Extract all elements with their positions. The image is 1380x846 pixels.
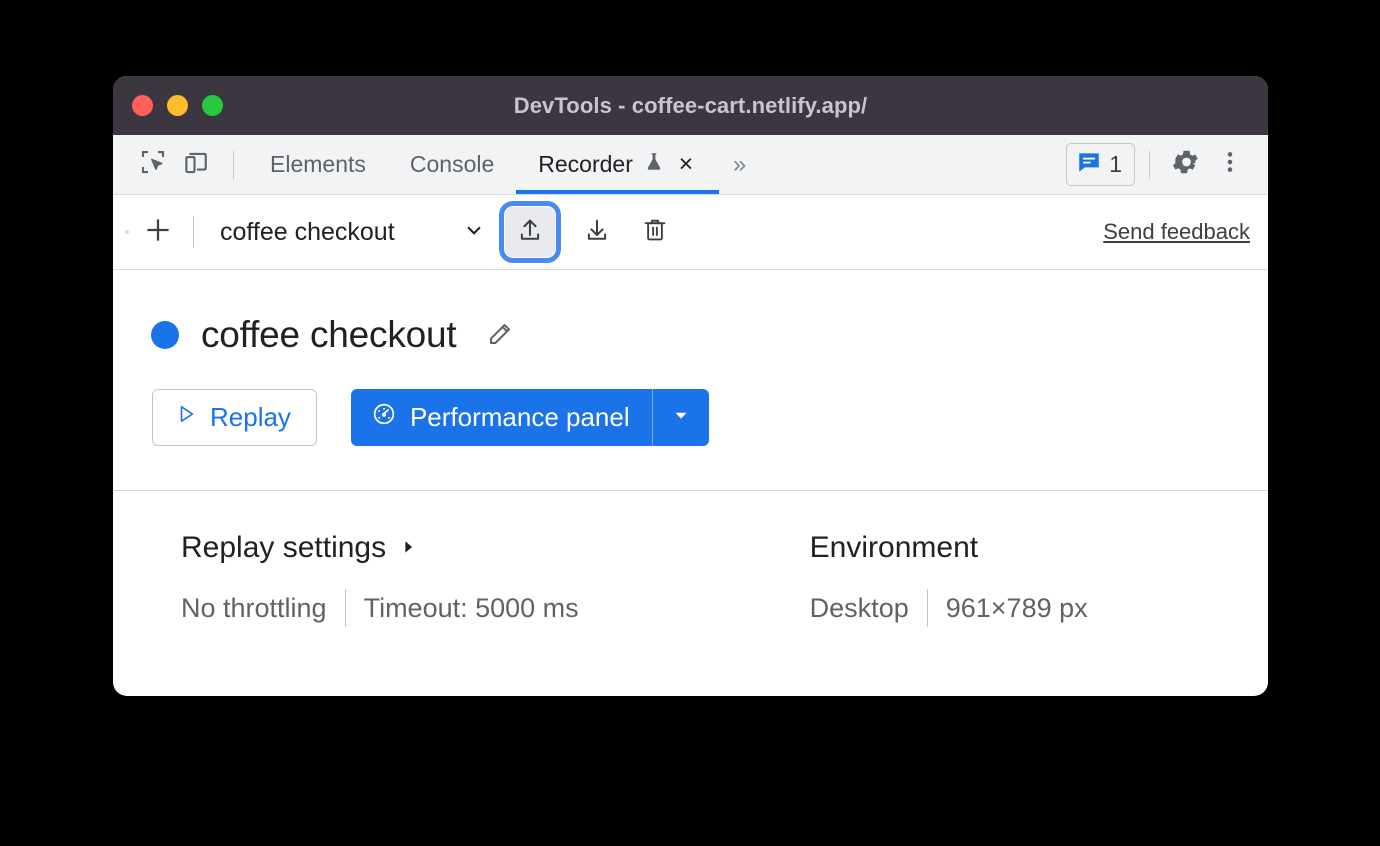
issues-message-icon xyxy=(1076,149,1102,180)
screenshot-root: DevTools - coffee-cart.netlify.app/ Elem… xyxy=(0,0,1380,846)
kebab-menu-icon xyxy=(1217,148,1243,181)
settings-section: Replay settings No throttling Timeout: 5… xyxy=(113,491,1268,627)
chevron-down-icon xyxy=(670,404,692,431)
environment-divider xyxy=(926,589,928,627)
device-toolbar-button[interactable] xyxy=(175,144,219,186)
inspect-element-button[interactable] xyxy=(131,144,175,186)
recording-select-button[interactable] xyxy=(457,215,491,249)
chevron-right-icon xyxy=(399,531,417,565)
environment-heading: Environment xyxy=(810,531,1088,565)
recorder-toolbar: coffee checkout Send feedback xyxy=(113,195,1268,270)
settings-button[interactable] xyxy=(1164,144,1208,186)
more-tabs-button[interactable]: » xyxy=(719,152,760,177)
tab-recorder-label: Recorder xyxy=(538,151,633,177)
performance-button-group: Performance panel xyxy=(350,389,709,446)
throttling-value: No throttling xyxy=(181,592,327,623)
replay-settings-group: Replay settings No throttling Timeout: 5… xyxy=(181,531,579,627)
viewport-value: 961×789 px xyxy=(945,592,1088,623)
devtools-window: DevTools - coffee-cart.netlify.app/ Elem… xyxy=(113,76,1268,696)
recorder-body: coffee checkout Replay Performance panel… xyxy=(113,270,1268,627)
tabbar-actions-divider xyxy=(1149,150,1150,179)
tab-elements-label: Elements xyxy=(270,151,366,177)
recording-header: coffee checkout xyxy=(113,314,1268,356)
issues-button[interactable]: 1 xyxy=(1066,143,1135,186)
recording-title: coffee checkout xyxy=(201,314,457,355)
recording-select-label[interactable]: coffee checkout xyxy=(220,218,395,247)
delete-recording-button[interactable] xyxy=(630,207,680,257)
replay-settings-toggle[interactable]: Replay settings xyxy=(181,531,579,565)
environment-label: Environment xyxy=(809,531,979,564)
export-recording-button[interactable] xyxy=(498,201,561,263)
tabbar-actions: 1 xyxy=(1066,143,1252,186)
toolbar-divider-1 xyxy=(193,216,194,248)
environment-group: Environment Desktop 961×789 px xyxy=(810,531,1088,627)
inspect-element-icon xyxy=(138,147,168,182)
export-upload-icon xyxy=(515,215,545,250)
device-toolbar-icon xyxy=(182,147,212,182)
replay-settings-label: Replay settings xyxy=(181,531,387,564)
environment-summary: Desktop 961×789 px xyxy=(810,589,1088,627)
tab-recorder[interactable]: Recorder × xyxy=(516,136,719,194)
gear-icon xyxy=(1171,147,1201,182)
device-value: Desktop xyxy=(809,592,909,623)
window-title: DevTools - coffee-cart.netlify.app/ xyxy=(513,92,868,118)
performance-panel-label: Performance panel xyxy=(409,402,630,432)
devtools-tabbar: Elements Console Recorder × » 1 xyxy=(113,135,1268,195)
tab-elements[interactable]: Elements xyxy=(248,136,388,194)
recording-actions: Replay Performance panel xyxy=(113,389,1268,446)
issues-count: 1 xyxy=(1109,151,1122,177)
import-recording-button[interactable] xyxy=(572,207,622,257)
replay-settings-summary: No throttling Timeout: 5000 ms xyxy=(181,589,579,627)
tab-console[interactable]: Console xyxy=(388,136,516,194)
window-titlebar: DevTools - coffee-cart.netlify.app/ xyxy=(113,76,1268,135)
experiment-flask-icon xyxy=(643,150,665,180)
tabbar-divider xyxy=(233,150,234,179)
edit-title-button[interactable] xyxy=(481,315,521,355)
replay-button[interactable]: Replay xyxy=(152,389,317,446)
summary-divider xyxy=(344,589,346,627)
timeout-value: Timeout: 5000 ms xyxy=(363,592,579,623)
trash-delete-icon xyxy=(640,215,670,250)
chevron-down-icon xyxy=(461,217,487,248)
close-recorder-tab-button[interactable]: × xyxy=(675,152,697,177)
play-triangle-icon xyxy=(174,402,198,433)
create-recording-button[interactable] xyxy=(135,209,181,255)
performance-options-button[interactable] xyxy=(652,389,709,446)
pencil-edit-icon xyxy=(485,317,517,354)
send-feedback-link[interactable]: Send feedback xyxy=(1103,219,1250,245)
add-recording-icon xyxy=(141,213,175,252)
replay-button-label: Replay xyxy=(210,402,291,432)
recording-status-dot xyxy=(151,321,179,349)
main-menu-button[interactable] xyxy=(1208,144,1252,186)
performance-panel-button[interactable]: Performance panel xyxy=(350,389,652,446)
gauge-speedometer-icon xyxy=(371,401,397,434)
import-download-icon xyxy=(582,215,612,250)
tab-console-label: Console xyxy=(409,151,495,177)
